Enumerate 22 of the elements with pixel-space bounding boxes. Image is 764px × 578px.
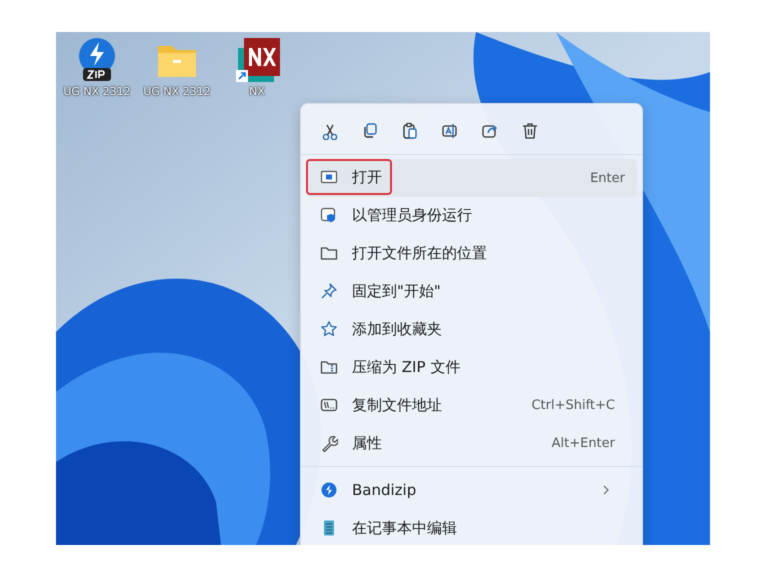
menu-item[interactable]: 属性 Alt+Enter	[306, 425, 637, 461]
menu-item[interactable]: 固定到"开始"	[306, 273, 637, 309]
menu-item[interactable]: 以管理员身份运行	[306, 197, 637, 233]
menu-item-label: 压缩为 ZIP 文件	[352, 358, 460, 376]
menu-item-label: 属性	[352, 434, 382, 452]
menu-item-label: Bandizip	[352, 481, 416, 499]
menu-item-label: 添加到收藏夹	[352, 320, 442, 338]
menu-item[interactable]: 添加到收藏夹	[306, 311, 637, 347]
menu-item[interactable]: Bandizip	[306, 472, 637, 508]
menu-item-label: 固定到"开始"	[352, 282, 441, 300]
menu-item[interactable]: 在记事本中编辑	[306, 510, 637, 545]
menu-item[interactable]: 压缩为 ZIP 文件	[306, 349, 637, 385]
menu-item[interactable]: 复制文件地址 Ctrl+Shift+C	[306, 387, 637, 423]
shortcut-text: Enter	[590, 170, 626, 186]
menu-item[interactable]: 打开文件所在的位置	[306, 235, 637, 271]
shortcut-text: Ctrl+Shift+C	[531, 398, 616, 412]
menu-item-label: 在记事本中编辑	[352, 518, 457, 538]
menu-item-label: 打开文件所在的位置	[352, 244, 487, 262]
shortcut-text: Alt+Enter	[552, 436, 616, 450]
menu-item-label: 复制文件地址	[352, 396, 442, 414]
menu-item-label: 以管理员身份运行	[352, 206, 472, 224]
menu-item[interactable]: 打开	[306, 159, 392, 195]
